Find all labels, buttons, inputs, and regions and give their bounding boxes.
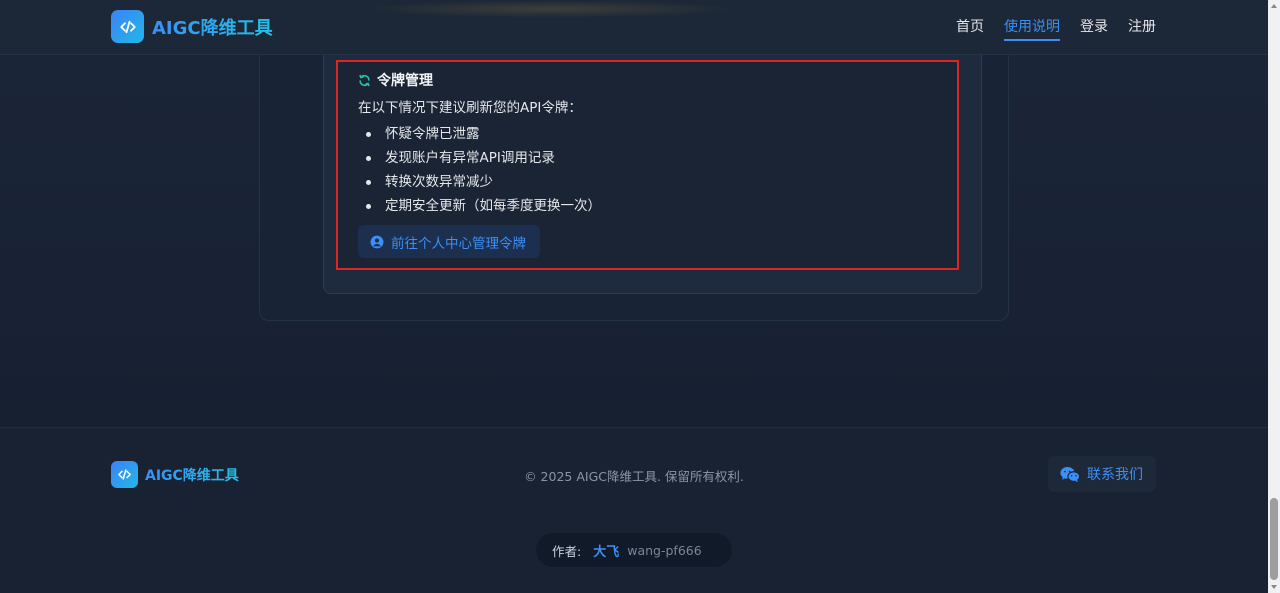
scrollbar-thumb[interactable] — [1270, 498, 1278, 580]
nav-login[interactable]: 登录 — [1080, 16, 1108, 41]
main-nav: 首页 使用说明 登录 注册 — [956, 16, 1156, 41]
wechat-icon — [1060, 466, 1080, 482]
footer: AIGC降维工具 © 2025 AIGC降维工具. 保留所有权利. 联系我们 作… — [0, 427, 1268, 593]
author-label: 作者: — [552, 543, 582, 559]
nav-register[interactable]: 注册 — [1128, 16, 1156, 41]
nav-home[interactable]: 首页 — [956, 16, 984, 41]
top-navbar: AIGC降维工具 首页 使用说明 登录 注册 — [0, 0, 1268, 55]
token-section-title: 令牌管理 — [377, 73, 433, 89]
page: AIGC降维工具 首页 使用说明 登录 注册 令牌管理 在以下情况下建议刷新您的… — [0, 0, 1280, 593]
bullet-icon — [366, 179, 371, 185]
list-item: 转换次数异常减少 — [358, 170, 601, 194]
author-id: wang-pf666 — [627, 542, 702, 558]
list-item: 怀疑令牌已泄露 — [358, 122, 601, 146]
bullet-icon — [366, 203, 371, 209]
code-icon — [111, 10, 144, 43]
bullet-icon — [366, 131, 371, 137]
manage-token-button[interactable]: 前往个人中心管理令牌 — [358, 225, 540, 258]
contact-us-button[interactable]: 联系我们 — [1048, 456, 1156, 492]
bullet-icon — [366, 155, 371, 161]
author-badge: 作者: 大飞 wang-pf666 — [536, 533, 732, 567]
header-glow — [360, 0, 740, 18]
token-section-header: 令牌管理 — [358, 70, 433, 90]
scroll-down-arrow-icon[interactable] — [1271, 585, 1277, 589]
page-scrollbar[interactable] — [1268, 0, 1280, 593]
list-item: 定期安全更新（如每季度更换一次） — [358, 194, 601, 218]
sync-icon — [359, 74, 370, 86]
token-section-description: 在以下情况下建议刷新您的API令牌： — [358, 100, 582, 116]
brand-logo[interactable]: AIGC降维工具 — [111, 10, 273, 43]
list-item: 发现账户有异常API调用记录 — [358, 146, 601, 170]
author-name[interactable]: 大飞 — [593, 541, 619, 560]
token-management-section: 令牌管理 在以下情况下建议刷新您的API令牌： 怀疑令牌已泄露 发现账户有异常A… — [336, 60, 959, 270]
nav-usage-guide[interactable]: 使用说明 — [1004, 16, 1060, 41]
brand-name: AIGC降维工具 — [152, 14, 273, 40]
token-refresh-reasons: 怀疑令牌已泄露 发现账户有异常API调用记录 转换次数异常减少 定期安全更新（如… — [358, 122, 601, 218]
scroll-up-arrow-icon[interactable] — [1271, 4, 1277, 8]
user-circle-icon — [370, 235, 384, 248]
